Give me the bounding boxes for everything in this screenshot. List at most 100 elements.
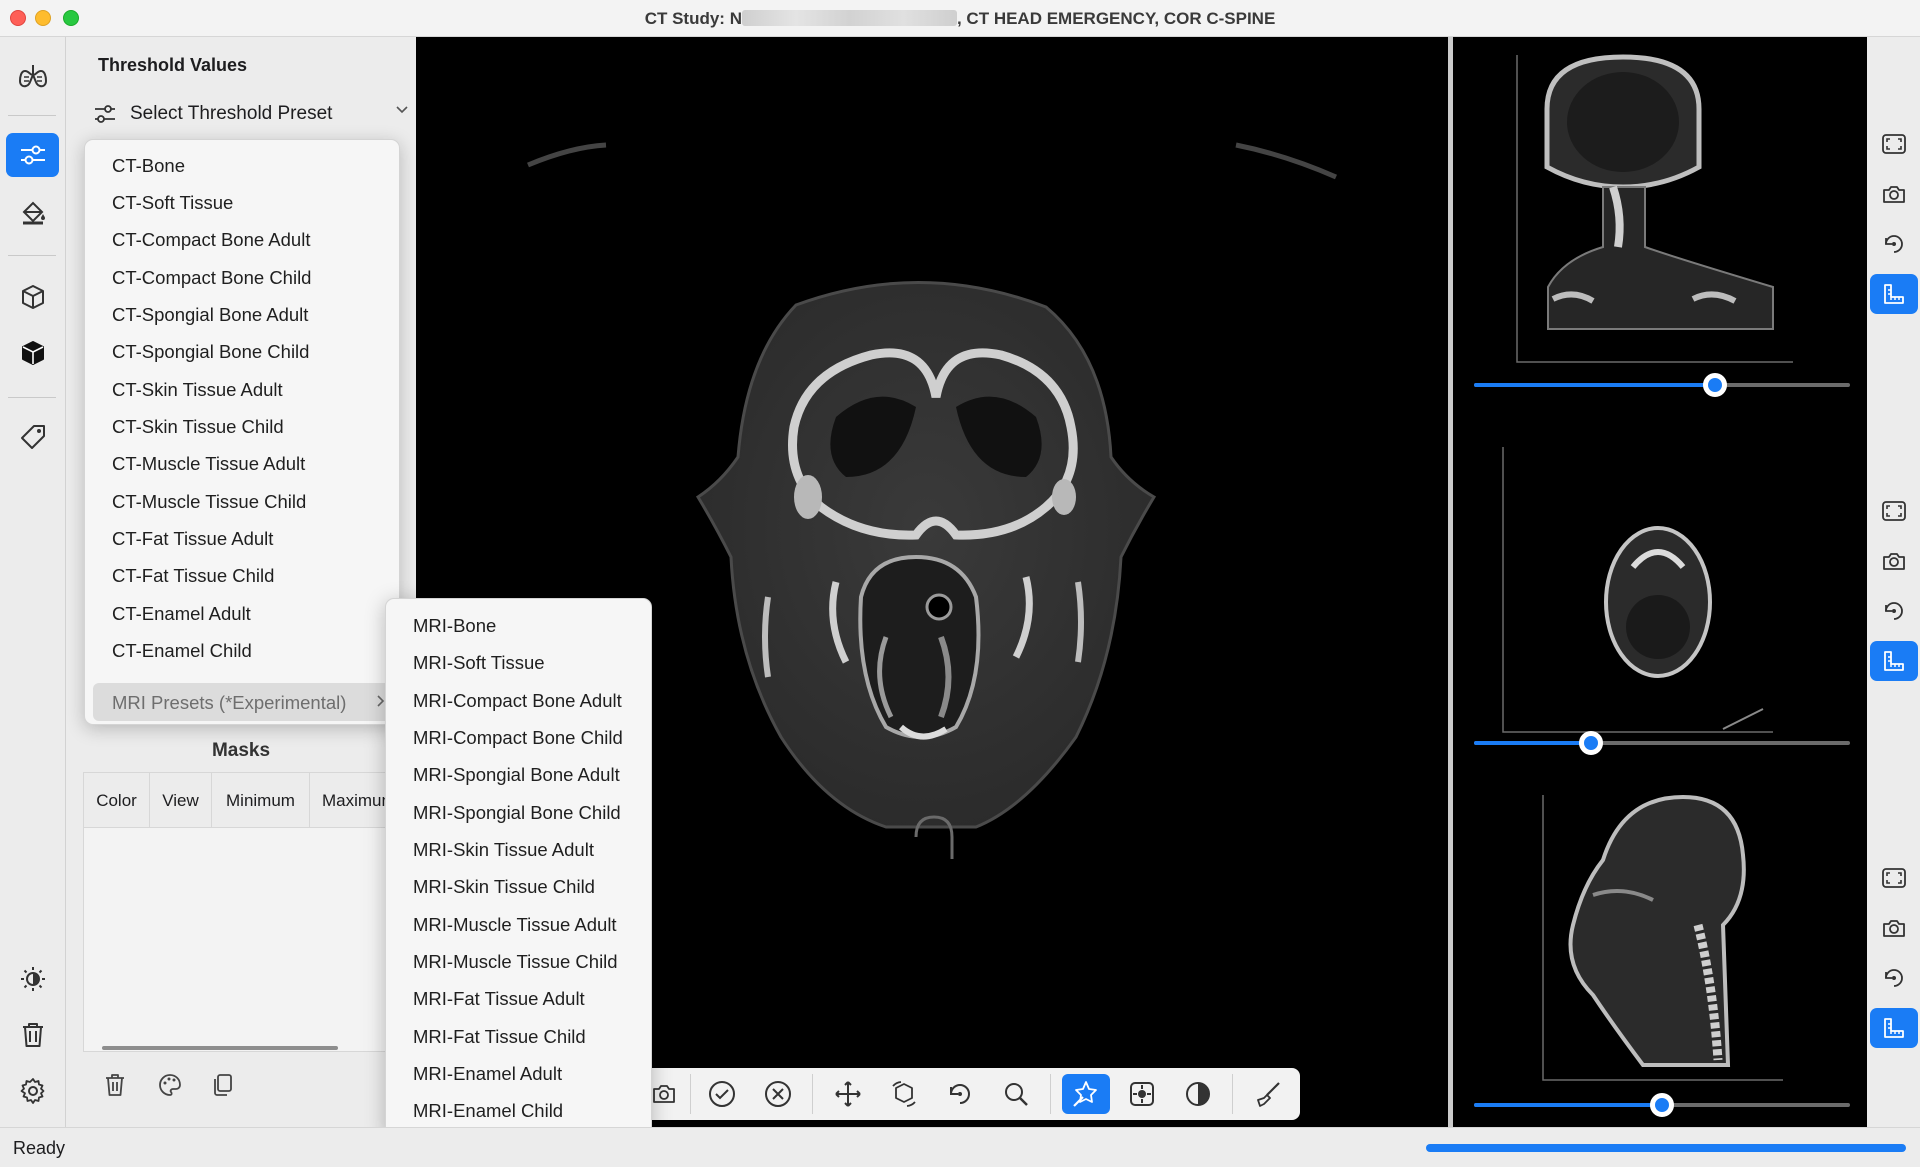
- camera-icon: [1883, 920, 1905, 937]
- rotate-tool-button[interactable]: [936, 1074, 984, 1114]
- move-arrows-icon: [835, 1081, 861, 1107]
- preset-mri-fat-tissue-child[interactable]: MRI-Fat Tissue Child: [413, 1026, 586, 1048]
- column-header-maximum[interactable]: Maximum: [310, 773, 392, 828]
- column-header-minimum[interactable]: Minimum: [212, 773, 310, 828]
- camera-icon: [1883, 553, 1905, 570]
- masks-horizontal-scrollbar[interactable]: [102, 1046, 338, 1050]
- accept-button[interactable]: [698, 1074, 746, 1114]
- preset-ct-enamel-child[interactable]: CT-Enamel Child: [112, 640, 252, 662]
- preset-ct-skin-tissue-child[interactable]: CT-Skin Tissue Child: [112, 416, 284, 438]
- axial-rotate-button[interactable]: [1870, 591, 1918, 631]
- trash-icon: [22, 1023, 43, 1047]
- preset-mri-compact-bone-child[interactable]: MRI-Compact Bone Child: [413, 727, 623, 749]
- label-button[interactable]: [6, 415, 59, 459]
- sagittal-slice-slider[interactable]: [1474, 1093, 1850, 1117]
- coronal-ct-view-image: [1516, 54, 1793, 363]
- sagittal-rotate-button[interactable]: [1870, 958, 1918, 998]
- preset-mri-enamel-adult[interactable]: MRI-Enamel Adult: [413, 1063, 562, 1085]
- preset-ct-soft-tissue[interactable]: CT-Soft Tissue: [112, 192, 233, 214]
- preset-mri-skin-tissue-adult[interactable]: MRI-Skin Tissue Adult: [413, 839, 594, 861]
- fill-button[interactable]: [6, 190, 59, 234]
- duplicate-mask-button[interactable]: [212, 1073, 234, 1102]
- slider-knob[interactable]: [1650, 1093, 1674, 1117]
- region-tool-button[interactable]: [1118, 1074, 1166, 1114]
- slider-knob[interactable]: [1702, 373, 1727, 397]
- preset-mri-compact-bone-adult[interactable]: MRI-Compact Bone Adult: [413, 690, 622, 712]
- mask-tools: [98, 1073, 298, 1103]
- masks-table[interactable]: Color View Minimum Maximum: [83, 772, 393, 1052]
- window-title: CT Study: N , CT HEAD EMERGENCY, COR C-SP…: [0, 9, 1920, 29]
- magic-wand-tool-button[interactable]: [1062, 1074, 1110, 1114]
- pan-tool-button[interactable]: [824, 1074, 872, 1114]
- brush-icon: [1257, 1082, 1280, 1107]
- axial-slice-slider[interactable]: [1474, 731, 1850, 755]
- preset-mri-spongial-bone-adult[interactable]: MRI-Spongial Bone Adult: [413, 764, 620, 786]
- coronal-rotate-button[interactable]: [1870, 224, 1918, 264]
- preset-ct-compact-bone-child[interactable]: CT-Compact Bone Child: [112, 267, 311, 289]
- axial-screenshot-button[interactable]: [1870, 541, 1918, 581]
- threshold-button[interactable]: [6, 133, 59, 177]
- ruler-icon: [1884, 284, 1904, 304]
- preset-ct-skin-tissue-adult[interactable]: CT-Skin Tissue Adult: [112, 379, 283, 401]
- coronal-ruler-button[interactable]: [1870, 274, 1918, 314]
- threshold-preset-select[interactable]: Select Threshold Preset: [94, 99, 454, 129]
- expand-icon: [1882, 134, 1906, 154]
- delete-mask-button[interactable]: [104, 1073, 126, 1102]
- preset-mri-spongial-bone-child[interactable]: MRI-Spongial Bone Child: [413, 802, 621, 824]
- sagittal-ruler-button[interactable]: [1870, 1008, 1918, 1048]
- sagittal-fullscreen-button[interactable]: [1870, 858, 1918, 898]
- preset-ct-muscle-tissue-adult[interactable]: CT-Muscle Tissue Adult: [112, 453, 305, 475]
- 3d-rotate-tool-button[interactable]: [880, 1074, 928, 1114]
- preset-mri-enamel-child[interactable]: MRI-Enamel Child: [413, 1100, 563, 1122]
- rotate-icon: [1885, 969, 1903, 987]
- sliders-icon: [95, 105, 115, 123]
- preset-mri-fat-tissue-adult[interactable]: MRI-Fat Tissue Adult: [413, 988, 585, 1010]
- 3d-solid-button[interactable]: [6, 331, 59, 375]
- preset-mri-soft-tissue[interactable]: MRI-Soft Tissue: [413, 652, 545, 674]
- cancel-button[interactable]: [754, 1074, 802, 1114]
- mask-color-button[interactable]: [158, 1073, 182, 1102]
- preset-mri-skin-tissue-child[interactable]: MRI-Skin Tissue Child: [413, 876, 595, 898]
- left-tool-rail: [0, 37, 66, 1127]
- coronal-fullscreen-button[interactable]: [1870, 124, 1918, 164]
- preset-mri-muscle-tissue-child[interactable]: MRI-Muscle Tissue Child: [413, 951, 618, 973]
- preset-ct-muscle-tissue-child[interactable]: CT-Muscle Tissue Child: [112, 491, 306, 513]
- brightness-button[interactable]: [6, 957, 59, 1001]
- window-title-suffix: , CT HEAD EMERGENCY, COR C-SPINE: [956, 9, 1276, 28]
- cube-outline-icon: [21, 285, 44, 309]
- preset-mri-muscle-tissue-adult[interactable]: MRI-Muscle Tissue Adult: [413, 914, 617, 936]
- 3d-model-button[interactable]: [6, 275, 59, 319]
- preset-ct-fat-tissue-child[interactable]: CT-Fat Tissue Child: [112, 565, 274, 587]
- preset-mri-bone[interactable]: MRI-Bone: [413, 615, 496, 637]
- preset-ct-enamel-adult[interactable]: CT-Enamel Adult: [112, 603, 251, 625]
- orthogonal-views: [1453, 37, 1867, 1127]
- coronal-slice-slider[interactable]: [1474, 373, 1850, 397]
- mri-presets-submenu-trigger[interactable]: MRI Presets (*Experimental): [93, 683, 393, 721]
- sagittal-screenshot-button[interactable]: [1870, 908, 1918, 948]
- contrast-icon: [1186, 1082, 1210, 1106]
- rotate-icon: [1885, 235, 1903, 253]
- axial-ruler-button[interactable]: [1870, 641, 1918, 681]
- segmentation-button[interactable]: [6, 54, 59, 98]
- preset-ct-bone[interactable]: CT-Bone: [112, 155, 185, 177]
- preset-ct-spongial-bone-child[interactable]: CT-Spongial Bone Child: [112, 341, 309, 363]
- axial-fullscreen-button[interactable]: [1870, 491, 1918, 531]
- slider-knob[interactable]: [1578, 731, 1603, 755]
- chevron-right-icon: [377, 695, 385, 707]
- delete-button[interactable]: [6, 1013, 59, 1057]
- settings-button[interactable]: [6, 1069, 59, 1113]
- preset-ct-spongial-bone-adult[interactable]: CT-Spongial Bone Adult: [112, 304, 308, 326]
- preset-ct-compact-bone-adult[interactable]: CT-Compact Bone Adult: [112, 229, 310, 251]
- column-header-color[interactable]: Color: [84, 773, 150, 828]
- progress-bar: [1426, 1144, 1906, 1152]
- paint-bucket-icon: [22, 201, 45, 225]
- magnifier-icon: [1005, 1083, 1028, 1106]
- ruler-icon: [1884, 1018, 1904, 1038]
- preset-ct-fat-tissue-adult[interactable]: CT-Fat Tissue Adult: [112, 528, 273, 550]
- brush-tool-button[interactable]: [1244, 1074, 1292, 1114]
- mri-presets-label: MRI Presets (*Experimental): [112, 692, 347, 713]
- coronal-screenshot-button[interactable]: [1870, 174, 1918, 214]
- column-header-view[interactable]: View: [150, 773, 212, 828]
- zoom-tool-button[interactable]: [992, 1074, 1040, 1114]
- contrast-tool-button[interactable]: [1174, 1074, 1222, 1114]
